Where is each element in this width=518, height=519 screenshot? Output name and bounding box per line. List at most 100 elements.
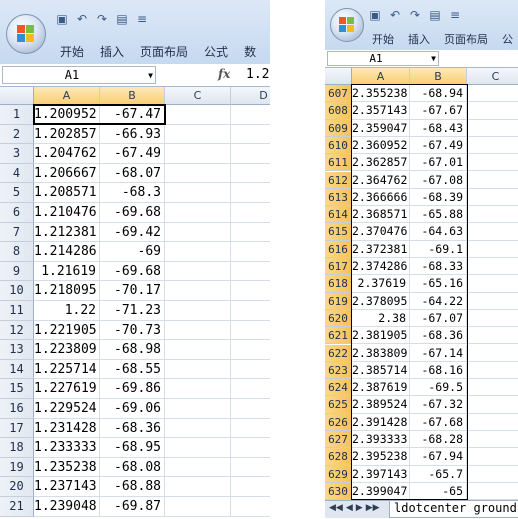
cell-a[interactable]: 1.204762 <box>34 144 100 164</box>
cell-empty[interactable] <box>231 438 270 458</box>
cell-empty[interactable] <box>231 223 270 243</box>
cell-empty[interactable] <box>467 448 518 466</box>
cell-a[interactable]: 2.366666 <box>352 188 410 207</box>
cell-empty[interactable] <box>231 105 270 125</box>
cell-empty[interactable] <box>165 301 231 321</box>
cell-b[interactable]: -68.43 <box>410 119 467 137</box>
first-sheet-icon[interactable]: ◀◀ <box>329 503 343 513</box>
tab-page-layout[interactable]: 页面布局 <box>140 43 188 60</box>
cell-b[interactable]: -67.32 <box>410 396 467 414</box>
row-header[interactable]: 2 <box>0 124 34 145</box>
cell-empty[interactable] <box>231 360 270 380</box>
cell-a[interactable]: 2.385714 <box>352 361 410 380</box>
row-header[interactable]: 628 <box>325 448 352 466</box>
cell-a[interactable]: 1.206667 <box>34 163 100 184</box>
cell-b[interactable]: -65 <box>410 482 467 501</box>
cell-a[interactable]: 1.227619 <box>34 379 100 399</box>
row-header[interactable]: 3 <box>0 144 34 164</box>
cell-empty[interactable] <box>231 125 270 145</box>
row-header[interactable]: 612 <box>325 171 352 189</box>
cell-empty[interactable] <box>231 281 270 301</box>
cell-b[interactable]: -68.55 <box>100 359 165 380</box>
row-header[interactable]: 624 <box>325 379 352 397</box>
row-header[interactable]: 622 <box>325 344 352 362</box>
row-header[interactable]: 8 <box>0 242 34 262</box>
cell-empty[interactable] <box>165 124 231 145</box>
qat-dropdown-icon[interactable]: ≡ <box>134 11 150 27</box>
tab-formulas[interactable]: 公 <box>502 31 513 47</box>
cell-a[interactable]: 1.233333 <box>34 438 100 458</box>
cell-empty[interactable] <box>231 183 270 203</box>
cell-empty[interactable] <box>231 203 270 223</box>
row-header[interactable]: 21 <box>0 497 34 517</box>
row-header[interactable]: 623 <box>325 361 352 380</box>
cell-b[interactable]: -69.86 <box>100 379 165 399</box>
cell-a[interactable]: 2.378095 <box>352 292 410 310</box>
cell-empty[interactable] <box>467 137 518 155</box>
chevron-down-icon[interactable]: ▼ <box>431 54 436 63</box>
formula-value[interactable]: 1.2 <box>246 67 269 82</box>
prev-sheet-icon[interactable]: ◀ <box>346 503 353 513</box>
cell-empty[interactable] <box>467 241 518 258</box>
row-header[interactable]: 9 <box>0 261 34 282</box>
cell-b[interactable]: -69.06 <box>100 399 165 419</box>
row-header[interactable]: 4 <box>0 163 34 184</box>
row-header[interactable]: 620 <box>325 309 352 328</box>
cell-b[interactable]: -65.88 <box>410 206 467 224</box>
cell-a[interactable]: 2.374286 <box>352 258 410 276</box>
row-header[interactable]: 615 <box>325 223 352 241</box>
cell-b[interactable]: -69.68 <box>100 261 165 282</box>
cell-b[interactable]: -68.94 <box>410 85 467 103</box>
cell-empty[interactable] <box>467 189 518 207</box>
cell-empty[interactable] <box>231 379 270 399</box>
cell-empty[interactable] <box>165 222 231 243</box>
cell-b[interactable]: -67.08 <box>410 171 467 189</box>
cell-empty[interactable] <box>467 154 518 172</box>
print-preview-icon[interactable]: ▤ <box>114 11 130 27</box>
cell-b[interactable]: -68.33 <box>410 258 467 276</box>
tab-page-layout[interactable]: 页面布局 <box>444 31 488 47</box>
cell-empty[interactable] <box>231 242 270 262</box>
select-all-corner[interactable] <box>0 87 34 105</box>
cell-empty[interactable] <box>165 438 231 458</box>
row-header[interactable]: 12 <box>0 320 34 341</box>
cell-b[interactable]: -64.22 <box>410 292 467 310</box>
save-icon[interactable]: ▣ <box>367 7 383 23</box>
cell-b[interactable]: -68.07 <box>100 163 165 184</box>
cell-a[interactable]: 1.212381 <box>34 222 100 243</box>
tab-data[interactable]: 数 <box>244 43 256 60</box>
redo-icon[interactable]: ↷ <box>94 11 110 27</box>
cell-b[interactable]: -69 <box>100 242 165 262</box>
column-header-a[interactable]: A <box>34 87 100 105</box>
cell-b[interactable]: -64.63 <box>410 223 467 241</box>
row-header[interactable]: 610 <box>325 136 352 155</box>
cell-empty[interactable] <box>467 223 518 241</box>
cell-a[interactable]: 1.221905 <box>34 320 100 341</box>
column-header-c[interactable]: C <box>165 87 231 105</box>
cell-a[interactable]: 1.237143 <box>34 477 100 497</box>
cell-a[interactable]: 2.359047 <box>352 119 410 137</box>
cell-a[interactable]: 2.397143 <box>352 465 410 483</box>
row-header[interactable]: 1 <box>0 105 34 125</box>
row-header[interactable]: 619 <box>325 292 352 310</box>
cell-a[interactable]: 1.239048 <box>34 497 100 517</box>
cell-a[interactable]: 2.393333 <box>352 431 410 449</box>
cell-a[interactable]: 2.357143 <box>352 102 410 120</box>
cell-empty[interactable] <box>165 457 231 478</box>
cell-empty[interactable] <box>467 379 518 397</box>
cell-empty[interactable] <box>467 206 518 224</box>
row-header[interactable]: 625 <box>325 396 352 414</box>
cell-empty[interactable] <box>231 458 270 478</box>
cell-empty[interactable] <box>467 120 518 137</box>
cell-b[interactable]: -68.88 <box>100 477 165 497</box>
cell-empty[interactable] <box>467 396 518 414</box>
column-header-b[interactable]: B <box>100 87 165 105</box>
cell-empty[interactable] <box>467 362 518 380</box>
cell-b[interactable]: -68.08 <box>100 457 165 478</box>
cell-b[interactable]: -69.87 <box>100 497 165 517</box>
cell-b[interactable]: -67.07 <box>410 309 467 328</box>
cell-a[interactable]: 1.202857 <box>34 124 100 145</box>
row-header[interactable]: 630 <box>325 482 352 501</box>
cell-empty[interactable] <box>231 321 270 341</box>
cell-empty[interactable] <box>165 359 231 380</box>
